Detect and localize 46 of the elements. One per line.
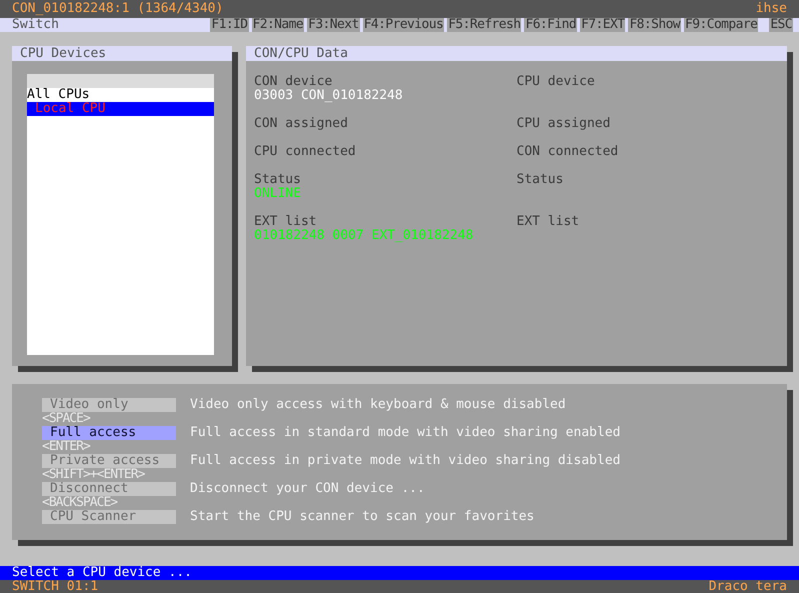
- mode-label: SWITCH 01:1: [12, 580, 98, 593]
- field-label: CPU connected: [254, 145, 356, 159]
- action-description: Full access in private mode with video sharing disabled: [190, 454, 620, 468]
- window-title: CON_010182248:1 (1364/4340): [12, 2, 224, 16]
- cpu-list-item[interactable]: All CPUs: [27, 88, 214, 102]
- action-button[interactable]: Private access: [42, 454, 176, 468]
- action-button[interactable]: Full access: [42, 426, 176, 440]
- field-label: Status: [254, 173, 301, 187]
- product-label: Draco tera: [708, 580, 787, 593]
- function-key[interactable]: F1:ID: [210, 18, 248, 32]
- brand-label: ihse: [756, 2, 787, 16]
- field-value: 010182248 0007 EXT_010182248: [254, 229, 474, 243]
- action-button[interactable]: Disconnect: [42, 482, 176, 496]
- shortcut-label: <SPACE>: [42, 412, 90, 426]
- function-key[interactable]: F7:EXT: [580, 18, 626, 32]
- field-value: ONLINE: [254, 187, 301, 201]
- function-key[interactable]: F9:Compare: [684, 18, 758, 32]
- field-label: CON assigned: [254, 117, 348, 131]
- function-key[interactable]: F6:Find: [524, 18, 578, 32]
- action-description: Full access in standard mode with video sharing enabled: [190, 426, 620, 440]
- function-key[interactable]: F5:Refresh: [447, 18, 522, 32]
- function-key[interactable]: ESC: [769, 18, 793, 32]
- function-key[interactable]: F3:Next: [307, 18, 360, 32]
- field-label: EXT list: [516, 215, 580, 229]
- field-label: Status: [516, 173, 564, 187]
- menu-title: Switch: [12, 18, 60, 32]
- panel-title: CPU Devices: [12, 46, 232, 61]
- action-button[interactable]: Video only: [42, 398, 176, 412]
- action-description: Disconnect your CON device ...: [190, 482, 425, 496]
- field-label: CPU assigned: [516, 117, 610, 131]
- function-key[interactable]: F8:Show: [628, 18, 682, 32]
- field-label: EXT list: [254, 215, 317, 229]
- shortcut-label: <SHIFT>+<ENTER>: [42, 468, 144, 482]
- shortcut-label: <ENTER>: [42, 440, 90, 454]
- action-description: Video only access with keyboard & mouse disabled: [190, 398, 566, 412]
- field-label: CON connected: [516, 145, 618, 159]
- field-label: CON device: [254, 75, 332, 89]
- function-key[interactable]: F4:Previous: [362, 18, 444, 32]
- field-value: 03003 CON_010182248: [254, 89, 403, 103]
- field-label: CPU device: [516, 75, 595, 89]
- action-description: Start the CPU scanner to scan your favorites: [190, 510, 534, 524]
- action-button[interactable]: CPU Scanner: [42, 510, 176, 524]
- function-key[interactable]: F2:Name: [252, 18, 304, 32]
- status-message: Select a CPU device ...: [12, 565, 192, 580]
- shortcut-label: <BACKSPACE>: [42, 496, 118, 510]
- panel-title: CON/CPU Data: [246, 46, 787, 61]
